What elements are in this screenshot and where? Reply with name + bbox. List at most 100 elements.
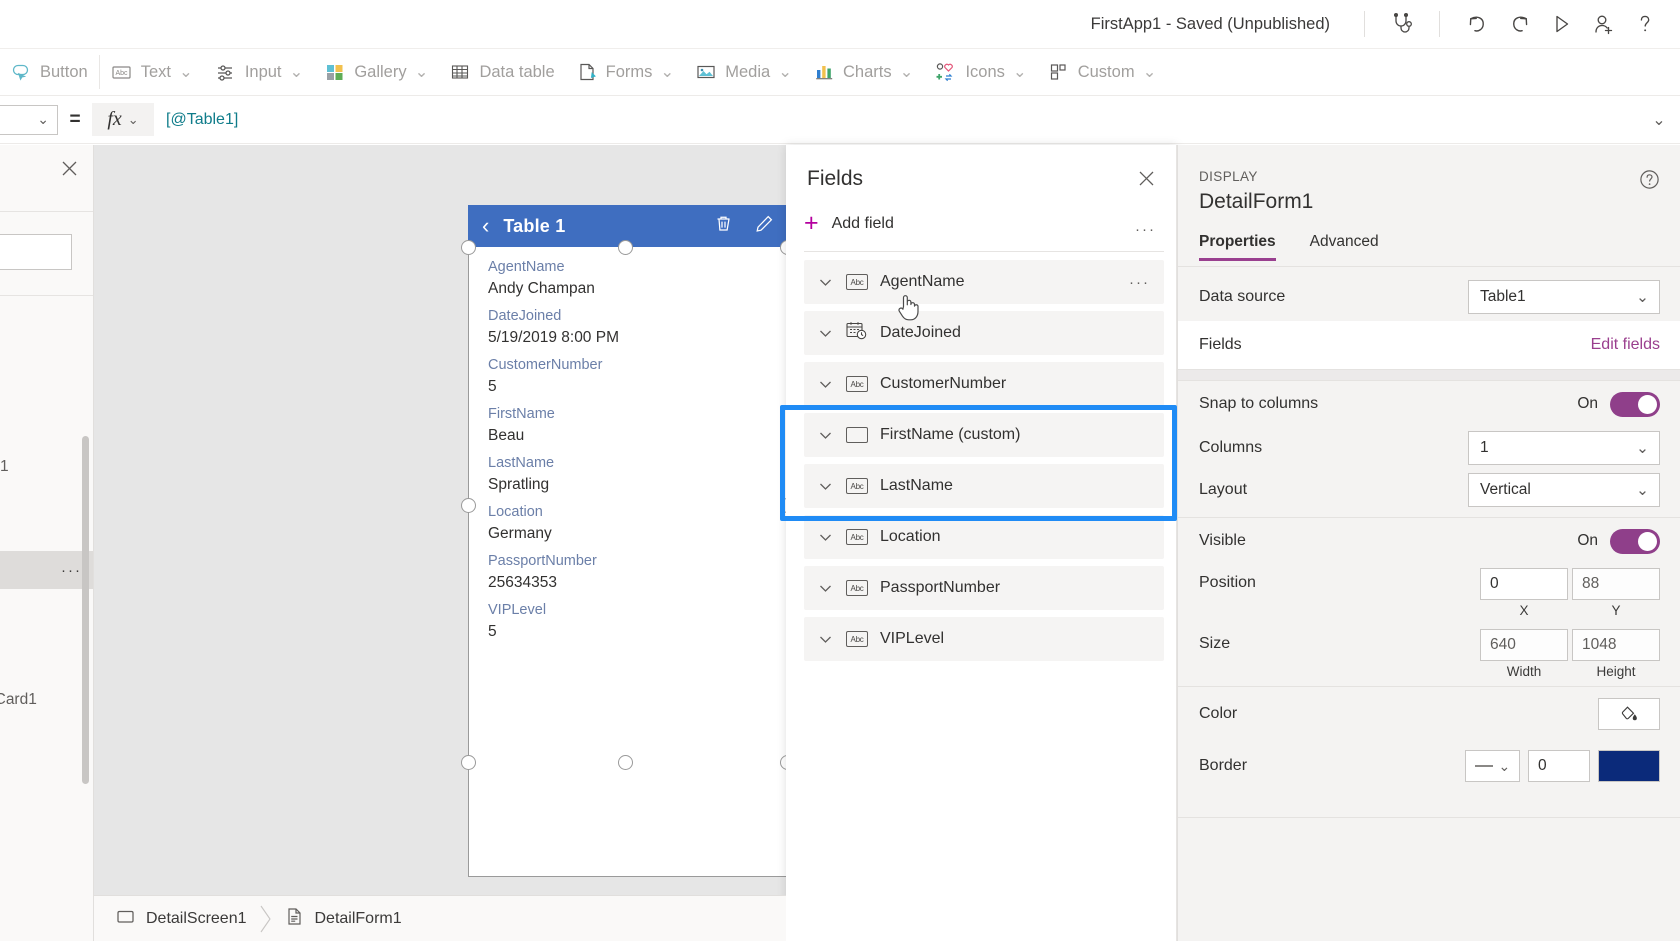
ribbon-item-input[interactable]: Input ⌄ [204, 49, 315, 96]
chevron-down-icon[interactable] [818, 479, 833, 494]
field-row[interactable]: Abc PassportNumber [804, 566, 1164, 610]
tab-advanced[interactable]: Advanced [1310, 233, 1379, 261]
form-field-value[interactable]: Germany [488, 523, 786, 545]
ribbon-item-text[interactable]: Abc Text ⌄ [100, 49, 204, 96]
size-width-input[interactable]: 640 [1480, 629, 1568, 661]
form-field-list: AgentName Andy Champan DateJoined 5/19/2019… [488, 257, 786, 649]
form-field-value[interactable]: Beau [488, 425, 786, 447]
resize-handle-top-center[interactable] [618, 240, 633, 255]
field-row[interactable]: Abc LastName [804, 464, 1164, 508]
equals-sign: = [69, 108, 81, 130]
chevron-left-icon[interactable]: ‹ [482, 215, 489, 237]
field-row[interactable]: Abc AgentName ··· [804, 260, 1164, 304]
divider [1178, 817, 1680, 818]
ribbon-item-button[interactable]: Button [0, 49, 99, 96]
layout-value: Vertical [1480, 481, 1531, 498]
position-y-input[interactable]: 88 [1572, 568, 1660, 600]
fx-button[interactable]: fx ⌄ [92, 103, 154, 136]
undo-icon[interactable] [1456, 4, 1498, 44]
tree-item-more-icon[interactable]: ··· [61, 562, 82, 579]
form-field-label: DateJoined [488, 308, 562, 324]
formula-expand-chevron-icon[interactable]: ⌄ [1638, 110, 1680, 130]
help-circle-icon[interactable] [1639, 169, 1660, 195]
close-icon[interactable] [60, 159, 79, 183]
border-color-swatch[interactable] [1598, 750, 1660, 782]
chevron-down-icon[interactable] [818, 632, 833, 647]
mouse-cursor-hand-icon [896, 293, 922, 328]
visible-toggle[interactable]: On [1577, 528, 1660, 554]
help-question-icon[interactable] [1624, 4, 1666, 44]
chevron-down-icon[interactable] [818, 275, 833, 290]
ribbon-item-gallery[interactable]: Gallery ⌄ [314, 49, 439, 96]
tree-scrollbar[interactable] [82, 436, 89, 784]
columns-dropdown[interactable]: 1 ⌄ [1468, 431, 1660, 465]
app-canvas[interactable]: ‹ Table 1 AgentName Andy Champan DateJoine… [94, 145, 786, 895]
toggle-knob [1638, 394, 1657, 414]
form-field-value[interactable]: Andy Champan [488, 278, 786, 300]
resize-handle-top-left[interactable] [461, 240, 476, 255]
divider [804, 251, 1164, 252]
form-field-value[interactable]: 25634353 [488, 572, 786, 594]
size-height-input[interactable]: 1048 [1572, 629, 1660, 661]
form-field-value[interactable]: Spratling [488, 474, 786, 496]
ribbon-item-icons[interactable]: Icons ⌄ [924, 49, 1037, 96]
chevron-down-icon[interactable] [818, 530, 833, 545]
fields-pane-more-icon[interactable]: ··· [1135, 221, 1156, 238]
preview-play-icon[interactable] [1540, 4, 1582, 44]
snap-to-columns-toggle[interactable]: On [1577, 391, 1660, 417]
color-picker-button[interactable] [1598, 698, 1660, 730]
ribbon-item-custom[interactable]: Custom ⌄ [1038, 49, 1168, 96]
field-row-label: FirstName (custom) [880, 426, 1021, 443]
app-checker-icon[interactable] [1381, 4, 1423, 44]
resize-handle-middle-left[interactable] [461, 498, 476, 513]
edit-fields-link[interactable]: Edit fields [1591, 336, 1660, 354]
chevron-down-icon[interactable] [818, 377, 833, 392]
breadcrumb-item-screen[interactable]: DetailScreen1 [110, 907, 253, 931]
gallery-grid-icon [325, 62, 345, 82]
tab-properties[interactable]: Properties [1199, 233, 1276, 261]
share-user-icon[interactable] [1582, 4, 1624, 44]
ribbon-item-data-table[interactable]: Data table [439, 49, 565, 96]
field-row-more-icon[interactable]: ··· [1129, 274, 1150, 291]
chevron-down-icon[interactable] [818, 428, 833, 443]
chevron-down-icon[interactable] [818, 326, 833, 341]
field-row[interactable]: Abc VIPLevel [804, 617, 1164, 661]
form-field-value[interactable]: 5 [488, 376, 786, 398]
chevron-down-icon: ⌄ [1636, 439, 1649, 457]
position-x-input[interactable]: 0 [1480, 568, 1568, 600]
trash-icon[interactable] [714, 214, 733, 238]
field-row[interactable]: Abc CustomerNumber [804, 362, 1164, 406]
add-field-button[interactable]: + Add field [804, 211, 894, 236]
field-row[interactable]: Abc Location [804, 515, 1164, 559]
formula-input[interactable]: [@Table1] [154, 103, 1638, 136]
border-width-input[interactable]: 0 [1528, 750, 1590, 782]
pencil-icon[interactable] [755, 214, 774, 238]
svg-text:Abc: Abc [115, 70, 128, 77]
border-style-dropdown[interactable]: ⌄ [1465, 750, 1520, 782]
chevron-down-icon: ⌄ [1012, 63, 1027, 81]
ribbon-item-media[interactable]: Media ⌄ [685, 49, 803, 96]
property-select[interactable]: ⌄ [0, 104, 58, 135]
form-field-value[interactable]: 5 [488, 621, 786, 643]
field-row[interactable]: DateJoined [804, 311, 1164, 355]
tree-item-selected[interactable]: ··· [0, 551, 93, 589]
abc-text-icon: Abc [846, 478, 868, 494]
field-row[interactable]: FirstName (custom) [804, 413, 1164, 457]
data-source-dropdown[interactable]: Table1 ⌄ [1468, 280, 1660, 314]
chevron-down-icon[interactable] [818, 581, 833, 596]
custom-blocks-icon [1049, 62, 1069, 82]
close-icon[interactable] [1137, 169, 1156, 193]
form-field-value[interactable]: 5/19/2019 8:00 PM [488, 327, 786, 349]
ribbon-item-forms[interactable]: Forms ⌄ [566, 49, 686, 96]
tree-search-input[interactable] [0, 234, 72, 270]
breadcrumb-item-label: DetailScreen1 [146, 909, 247, 927]
redo-icon[interactable] [1498, 4, 1540, 44]
breadcrumb-item-form[interactable]: DetailForm1 [279, 907, 408, 931]
ribbon-item-charts[interactable]: Charts ⌄ [803, 49, 924, 96]
tree-item-label-fragment: 1 [0, 458, 9, 475]
resize-handle-bottom-left[interactable] [461, 755, 476, 770]
size-width-caption: Width [1506, 664, 1542, 679]
layout-dropdown[interactable]: Vertical ⌄ [1468, 473, 1660, 507]
resize-handle-bottom-center[interactable] [618, 755, 633, 770]
columns-label: Columns [1199, 439, 1263, 456]
